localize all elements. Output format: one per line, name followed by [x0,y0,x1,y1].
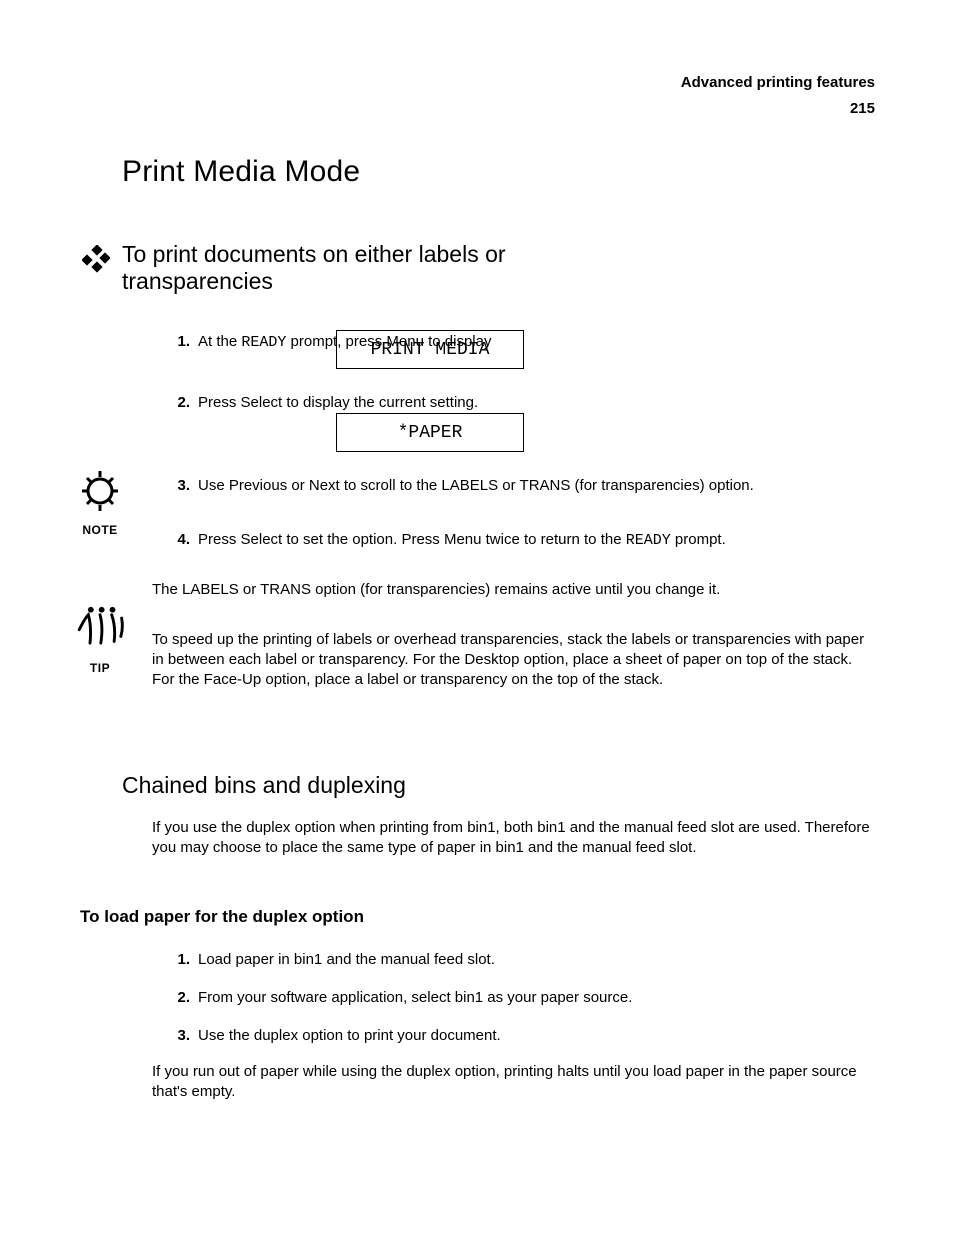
tip-label: TIP [72,661,128,675]
step-1: 1. At the READY prompt, press Menu to di… [198,332,878,353]
tip-text: To speed up the printing of labels or ov… [152,630,876,689]
heading-to-load-paper: To load paper for the duplex option [80,907,364,927]
step-number: 3. [150,476,190,496]
step-text-before: At the [198,333,241,350]
heading-to-print-documents: To print documents on either labels or t… [122,241,506,295]
running-head: Advanced printing features [681,74,875,91]
heading-line-2: transparencies [122,268,273,294]
tip-icon: TIP [72,596,128,675]
lcd-print-media: PRINT MEDIA [336,330,524,369]
step-mono: READY [626,532,671,549]
step-mono: READY [241,334,286,351]
duplex-step-1: 1. Load paper in bin1 and the manual fee… [198,950,878,970]
step-text: Use the duplex option to print your docu… [198,1027,501,1044]
chained-bins-body: If you use the duplex option when printi… [152,818,876,858]
step-number: 4. [150,530,190,550]
duplex-step-3: 3. Use the duplex option to print your d… [198,1026,878,1046]
heading-print-media-mode: Print Media Mode [122,155,360,189]
step-4: 4. Press Select to set the option. Press… [198,530,878,551]
page-number: 215 [850,100,875,117]
step-number: 2. [150,988,190,1008]
step-3: 3. Use Previous or Next to scroll to the… [198,476,878,496]
heading-line-1: To print documents on either labels or [122,241,506,267]
step-text-after: prompt. [671,531,726,548]
lcd-paper: *PAPER [336,413,524,452]
step-2: 2. Press Select to display the current s… [198,393,878,413]
section-marker-icon [82,245,110,273]
note-text: The LABELS or TRANS option (for transpar… [152,580,876,600]
step-text: From your software application, select b… [198,989,632,1006]
step-text-before: Press Select to set the option. Press Me… [198,531,626,548]
duplex-tail-text: If you run out of paper while using the … [152,1062,876,1102]
heading-chained-bins: Chained bins and duplexing [122,772,406,799]
step-number: 3. [150,1026,190,1046]
duplex-step-2: 2. From your software application, selec… [198,988,878,1008]
note-icon: NOTE [72,458,128,537]
step-text: Use Previous or Next to scroll to the LA… [198,477,754,494]
note-label: NOTE [72,523,128,537]
step-text: Press Select to display the current sett… [198,394,478,411]
step-text: Load paper in bin1 and the manual feed s… [198,951,495,968]
step-number: 1. [150,332,190,352]
step-number: 2. [150,393,190,413]
step-number: 1. [150,950,190,970]
